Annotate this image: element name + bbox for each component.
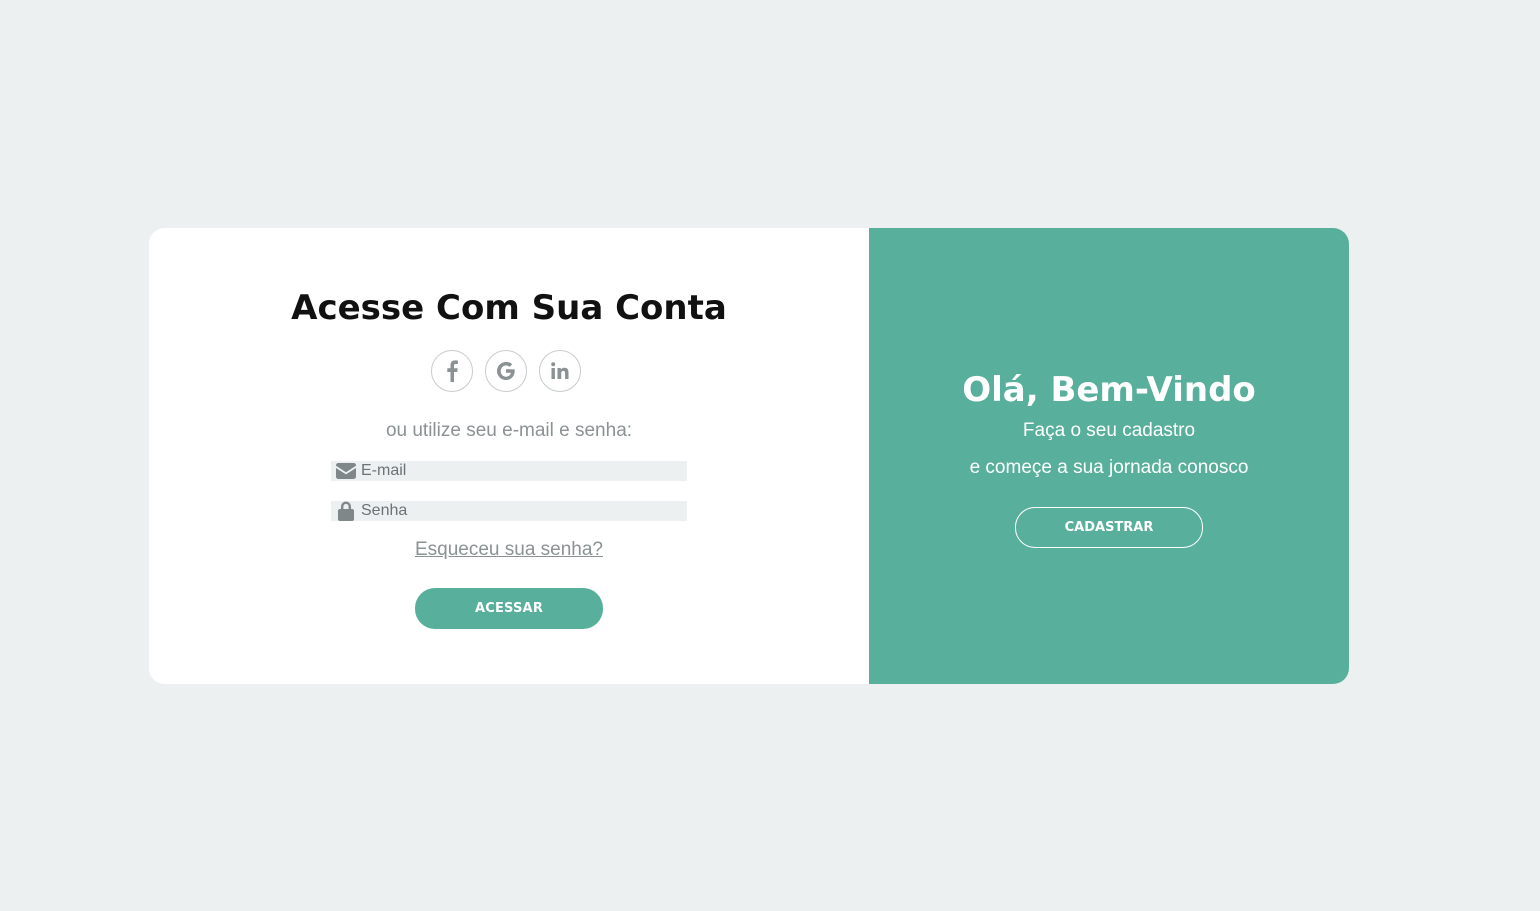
welcome-line-1: Faça o seu cadastro (1022, 420, 1196, 441)
login-panel: Acesse Com Sua Conta ou utilize seu e-ma… (149, 228, 869, 684)
register-button[interactable]: CADASTRAR (1015, 507, 1203, 548)
linkedin-login-button[interactable] (539, 350, 581, 392)
welcome-title: Olá, Bem-Vindo (962, 370, 1256, 410)
login-button[interactable]: ACESSAR (415, 588, 603, 629)
login-subtitle: ou utilize seu e-mail e senha: (385, 420, 633, 441)
welcome-line-2: e começe a sua jornada conosco (969, 457, 1249, 478)
facebook-icon (447, 360, 458, 382)
password-input[interactable] (361, 501, 681, 521)
password-field[interactable] (331, 501, 687, 521)
google-icon (497, 362, 515, 380)
email-input[interactable] (361, 461, 681, 481)
linkedin-icon (551, 362, 569, 379)
login-title: Acesse Com Sua Conta (291, 288, 727, 328)
google-login-button[interactable] (485, 350, 527, 392)
facebook-login-button[interactable] (431, 350, 473, 392)
forgot-password-link[interactable]: Esqueceu sua senha? (149, 539, 869, 561)
envelope-icon (331, 463, 361, 479)
welcome-panel: Olá, Bem-Vindo Faça o seu cadastro e com… (869, 228, 1349, 684)
social-login-group (431, 350, 581, 392)
auth-card: Acesse Com Sua Conta ou utilize seu e-ma… (149, 228, 1349, 684)
email-field[interactable] (331, 461, 687, 481)
lock-icon (331, 501, 361, 521)
